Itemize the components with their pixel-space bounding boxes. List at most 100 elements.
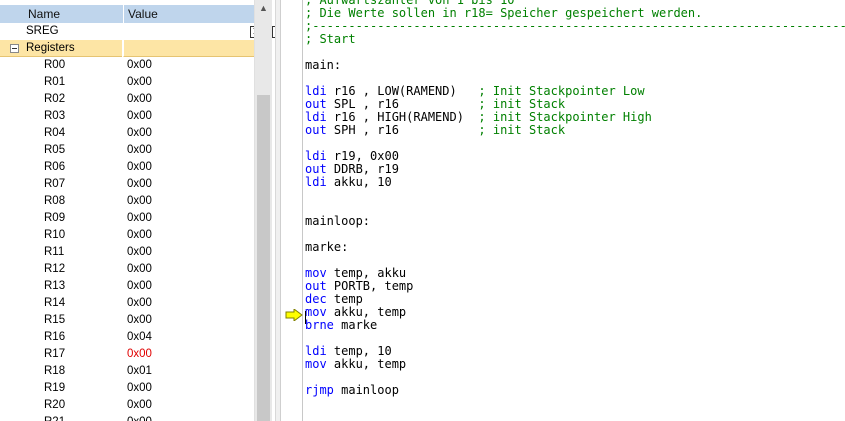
register-name: R15	[44, 314, 66, 326]
register-row[interactable]: R05 0x00	[0, 142, 254, 159]
code-text-token: mainloop:	[305, 214, 371, 228]
register-value[interactable]: 0x00	[123, 108, 254, 125]
register-row[interactable]: R21 0x00	[0, 414, 254, 421]
register-name: R18	[44, 365, 66, 377]
code-line[interactable]: ldi akku, 10	[305, 176, 845, 189]
margin-divider	[302, 0, 303, 421]
register-name: R12	[44, 263, 66, 275]
register-row[interactable]: R07 0x00	[0, 176, 254, 193]
register-name: R08	[44, 195, 66, 207]
name-column-header[interactable]: Name	[0, 5, 122, 23]
code-line[interactable]	[305, 46, 845, 59]
register-value[interactable]: 0x00	[123, 295, 254, 312]
code-keyword: ldi	[305, 84, 327, 98]
register-row[interactable]: R10 0x00	[0, 227, 254, 244]
code-text-token: marke:	[305, 240, 349, 254]
register-row[interactable]: R06 0x00	[0, 159, 254, 176]
code-line[interactable]	[305, 202, 845, 215]
register-row[interactable]: R18 0x01	[0, 363, 254, 380]
code-keyword: mov	[305, 266, 327, 280]
register-value[interactable]: 0x01	[123, 363, 254, 380]
register-value[interactable]: 0x00	[123, 57, 254, 74]
code-line[interactable]: brne marke	[305, 319, 845, 332]
register-row[interactable]: R09 0x00	[0, 210, 254, 227]
register-row[interactable]: R00 0x00	[0, 57, 254, 74]
code-text-token: akku, temp	[326, 357, 407, 371]
scrollbar-thumb[interactable]	[257, 95, 270, 421]
code-text-token: marke	[333, 318, 378, 332]
code-editor[interactable]: ; Aufwärtszähler von 1 bis 10; Die Werte…	[281, 0, 845, 421]
register-value[interactable]: 0x00	[123, 380, 254, 397]
register-value[interactable]: 0x00	[123, 159, 254, 176]
collapse-icon[interactable]	[10, 44, 19, 53]
code-text-token: SPH , r16	[326, 123, 479, 137]
register-name: R07	[44, 178, 66, 190]
code-keyword: mov	[305, 357, 327, 371]
code-comment: ; Die Werte sollen in r18= Speicher gesp…	[305, 6, 703, 20]
register-value[interactable]: 0x00	[123, 176, 254, 193]
code-keyword: out	[305, 279, 327, 293]
register-row[interactable]: R20 0x00	[0, 397, 254, 414]
register-row[interactable]: R16 0x04	[0, 329, 254, 346]
text-cursor	[305, 311, 306, 324]
register-name: R17	[44, 348, 66, 360]
code-text[interactable]: ; Aufwärtszähler von 1 bis 10; Die Werte…	[305, 0, 845, 397]
code-line[interactable]: ;---------------------------------------…	[305, 20, 845, 33]
register-value[interactable]: 0x00	[123, 346, 254, 363]
register-value[interactable]: 0x00	[123, 227, 254, 244]
code-line[interactable]: marke:	[305, 241, 845, 254]
scroll-up-icon[interactable]: ▲	[255, 0, 272, 17]
register-row[interactable]: R19 0x00	[0, 380, 254, 397]
register-row[interactable]: R14 0x00	[0, 295, 254, 312]
register-name: R19	[44, 382, 66, 394]
code-line[interactable]: mov akku, temp	[305, 306, 845, 319]
code-line[interactable]: ; Start	[305, 33, 845, 46]
editor-margin[interactable]	[281, 0, 303, 421]
register-row[interactable]: R11 0x00	[0, 244, 254, 261]
register-value[interactable]: 0x00	[123, 244, 254, 261]
register-row[interactable]: R02 0x00	[0, 91, 254, 108]
code-line[interactable]: mov akku, temp	[305, 358, 845, 371]
sreg-label: SREG	[26, 25, 59, 37]
register-value[interactable]: 0x00	[123, 278, 254, 295]
register-row[interactable]: R04 0x00	[0, 125, 254, 142]
code-keyword: out	[305, 123, 327, 137]
code-line[interactable]: out SPH , r16 ; init Stack	[305, 124, 845, 137]
code-text-token: akku, 10	[326, 175, 392, 189]
code-line[interactable]: out PORTB, temp	[305, 280, 845, 293]
register-value[interactable]: 0x00	[123, 125, 254, 142]
register-value[interactable]: 0x00	[123, 312, 254, 329]
register-row[interactable]: R13 0x00	[0, 278, 254, 295]
register-row[interactable]: R15 0x00	[0, 312, 254, 329]
code-line[interactable]	[305, 228, 845, 241]
code-keyword: dec	[305, 292, 327, 306]
code-line[interactable]: main:	[305, 59, 845, 72]
register-row[interactable]: R03 0x00	[0, 108, 254, 125]
register-value[interactable]: 0x00	[123, 210, 254, 227]
register-row[interactable]: R12 0x00	[0, 261, 254, 278]
register-value[interactable]: 0x00	[123, 414, 254, 421]
register-value[interactable]: 0x00	[123, 261, 254, 278]
code-comment: ; init Stack	[478, 97, 566, 111]
register-value[interactable]: 0x00	[123, 397, 254, 414]
code-text-token: r19, 0x00	[326, 149, 399, 163]
code-keyword: rjmp	[305, 383, 334, 397]
register-row[interactable]: R17 0x00	[0, 346, 254, 363]
code-text-token: temp, akku	[326, 266, 407, 280]
register-row[interactable]: R01 0x00	[0, 74, 254, 91]
value-column-header[interactable]: Value	[123, 5, 255, 23]
sreg-row[interactable]: SREG ITHSVNZC	[0, 23, 275, 40]
register-row[interactable]: R08 0x00	[0, 193, 254, 210]
code-line[interactable]	[305, 189, 845, 202]
code-line[interactable]: mainloop:	[305, 215, 845, 228]
register-name: R06	[44, 161, 66, 173]
register-value[interactable]: 0x00	[123, 74, 254, 91]
code-line[interactable]: rjmp mainloop	[305, 384, 845, 397]
registers-group-label: Registers	[26, 42, 75, 54]
registers-group-row[interactable]: Registers	[0, 40, 255, 57]
register-value[interactable]: 0x00	[123, 91, 254, 108]
register-value[interactable]: 0x00	[123, 142, 254, 159]
register-value[interactable]: 0x00	[123, 193, 254, 210]
register-value[interactable]: 0x04	[123, 329, 254, 346]
registers-scrollbar[interactable]: ▲	[254, 0, 272, 421]
